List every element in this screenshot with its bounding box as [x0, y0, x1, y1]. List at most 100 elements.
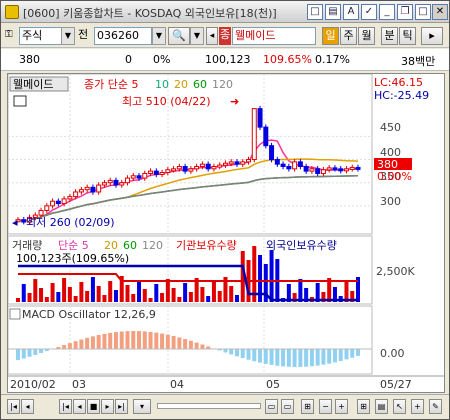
y-tick-300: 300	[380, 195, 401, 208]
macd-bar	[350, 349, 355, 358]
chart-settings-icon[interactable]: ⊞	[301, 399, 314, 414]
scroll-left-icon[interactable]: ◂	[73, 399, 86, 414]
candle-body	[67, 196, 73, 200]
search-dropdown-icon[interactable]: ▼	[190, 27, 204, 45]
lc-label: LC:46.15	[374, 76, 423, 89]
candle-body	[119, 182, 125, 186]
grid-icon[interactable]: ⊞	[357, 399, 370, 414]
candle-body	[188, 168, 194, 172]
price-legend: 종가 단순 5	[84, 78, 138, 91]
print-icon[interactable]: ▤	[325, 4, 341, 20]
search-icon[interactable]: 🔍	[168, 27, 190, 45]
hc-label: HC:-25.49	[374, 89, 429, 102]
candle-body	[309, 168, 315, 172]
candle-body	[286, 166, 292, 170]
market-select[interactable]: 주식	[19, 27, 63, 45]
candle-body	[251, 108, 257, 161]
macd-bar	[73, 341, 78, 349]
macd-toggle-icon[interactable]	[9, 308, 21, 320]
period-day-button[interactable]: 일	[322, 27, 339, 45]
code-dropdown-icon[interactable]: ▼	[152, 27, 166, 45]
scroll-first-icon[interactable]: |◂	[7, 399, 20, 414]
market-dropdown-icon[interactable]: ▼	[61, 27, 75, 45]
chart-svg[interactable]: 웰메이드 종가 단순 5 10 20 60 120 최고 510 (04/22)…	[8, 74, 444, 392]
candle-body	[142, 172, 148, 179]
macd-bar	[327, 349, 332, 364]
macd-bar	[165, 334, 170, 349]
zoom-out-icon[interactable]: ▭	[265, 399, 278, 414]
scroll-end-icon[interactable]: ▸|	[115, 399, 128, 414]
volume-bar	[188, 292, 193, 302]
close-icon[interactable]: ✕	[432, 4, 448, 20]
pointer-icon[interactable]: ↖	[393, 399, 406, 414]
macd-bar	[16, 349, 20, 361]
macd-legend: MACD Oscillator 12,26,9	[22, 308, 156, 321]
candle-body	[269, 145, 275, 161]
macd-y-tick: 0.00	[380, 347, 405, 360]
period-tick-button[interactable]: 틱	[399, 27, 416, 45]
stock-code-input[interactable]: 036260	[94, 27, 152, 45]
macd-bar	[321, 349, 326, 365]
minus-icon[interactable]: −	[319, 399, 332, 414]
volume-bar	[62, 278, 67, 302]
macd-bar	[286, 349, 291, 367]
period-minute-button[interactable]: 분	[381, 27, 398, 45]
toolbar: ⚿ 주식 ▼ 전 036260 ▼ 🔍 ▼ ◂ 종 웰메이드 일 주 월 분 틱…	[1, 24, 449, 48]
candle-body	[96, 184, 102, 193]
prev-stock-icon[interactable]: ◂	[206, 27, 218, 45]
macd-bar	[21, 349, 26, 359]
stock-name-field[interactable]: 웰메이드	[232, 27, 316, 45]
candle-body	[50, 200, 56, 207]
scroll-track[interactable]	[157, 403, 261, 409]
turnover-percent: 109.65%	[263, 53, 312, 66]
amount-value: 38백만	[401, 55, 436, 68]
chart-window: [0600] 키움종합차트 - KOSDAQ 외국인보유[18(천)] □ ▤ …	[0, 0, 450, 420]
candle-body	[113, 179, 119, 186]
macd-bar	[90, 336, 95, 349]
crosshair-icon[interactable]: +	[411, 399, 424, 414]
macd-bar	[102, 333, 107, 349]
macd-bar	[338, 349, 343, 361]
candle-body	[61, 198, 67, 205]
candle-body	[315, 168, 321, 174]
zoom-dropdown[interactable]: ▾	[133, 399, 151, 414]
lock-icon[interactable]: ⚿	[5, 27, 17, 45]
period-month-button[interactable]: 월	[358, 27, 375, 45]
candle-body	[44, 205, 50, 211]
macd-bar	[188, 340, 193, 349]
stock-prefix-badge: 종	[219, 27, 231, 45]
minimize-icon[interactable]: _	[379, 4, 395, 20]
scroll-prev-icon[interactable]: ◂	[21, 399, 34, 414]
macd-bar	[304, 349, 309, 367]
ma-period-20: 20	[174, 78, 188, 91]
pin-icon[interactable]: □	[307, 4, 323, 20]
ruler-icon[interactable]: ▤	[375, 399, 388, 414]
restore-icon[interactable]: ❐	[397, 4, 413, 20]
scroll-start-icon[interactable]: |◂	[59, 399, 72, 414]
low-annotation: 최저 260 (02/09)	[26, 216, 115, 229]
volume-bar	[200, 287, 205, 302]
market-label: 주식	[22, 29, 43, 42]
x-label-3: 05	[266, 378, 280, 391]
macd-bar	[27, 349, 32, 357]
zoom-in-icon[interactable]: ▭	[281, 399, 294, 414]
chart-area[interactable]: 웰메이드 종가 단순 5 10 20 60 120 최고 510 (04/22)…	[7, 73, 445, 393]
link-icon[interactable]: ✓	[361, 4, 377, 20]
volume-bar	[79, 282, 84, 302]
plus-icon[interactable]: +	[335, 399, 348, 414]
macd-bar	[142, 331, 147, 349]
font-icon[interactable]: A	[343, 4, 359, 20]
candle-body	[84, 186, 90, 191]
more-button[interactable]: ▸	[421, 27, 443, 45]
table-icon[interactable]	[13, 95, 27, 107]
volume-legend-60: 60	[123, 239, 137, 252]
maximize-icon[interactable]: □	[415, 4, 431, 20]
settings-icon[interactable]: ✎	[429, 399, 442, 414]
macd-bar	[258, 349, 263, 363]
stop-icon[interactable]: ■	[87, 399, 100, 414]
scroll-right-icon[interactable]: ▸	[101, 399, 114, 414]
period-week-button[interactable]: 주	[340, 27, 357, 45]
volume-bar	[165, 279, 170, 302]
volume-bar	[50, 283, 55, 302]
candle-body	[165, 169, 171, 174]
